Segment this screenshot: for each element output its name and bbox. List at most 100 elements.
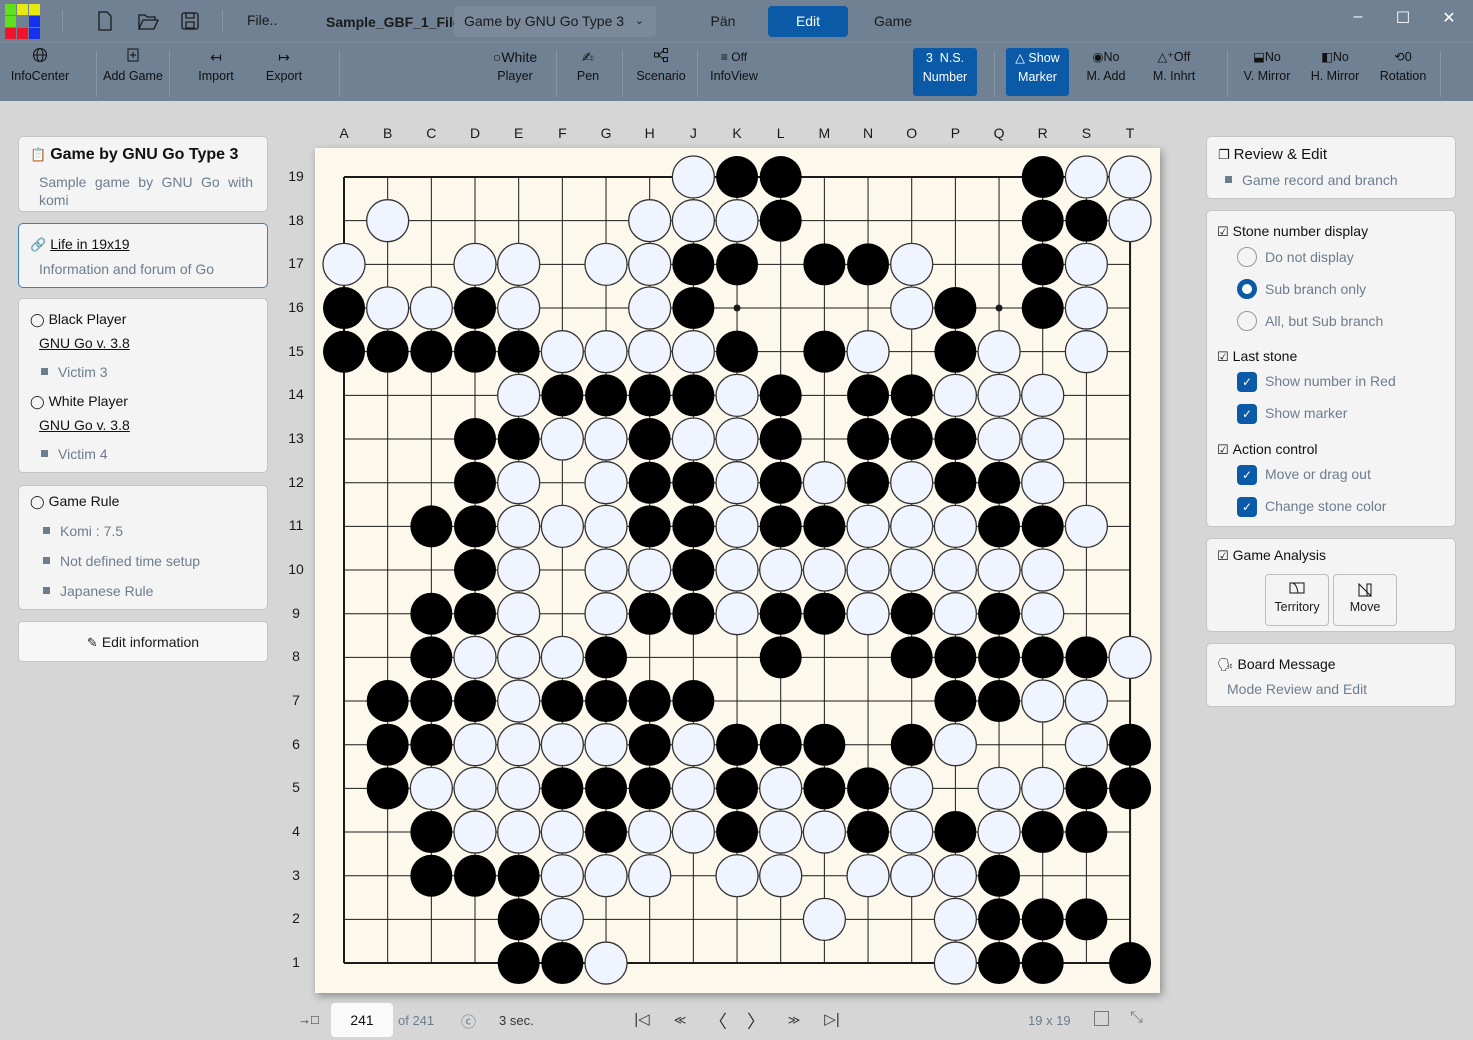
black-stone[interactable] (541, 374, 584, 417)
white-stone[interactable] (1021, 417, 1065, 461)
black-stone[interactable] (366, 767, 409, 810)
white-stone[interactable] (540, 810, 585, 854)
white-stone[interactable] (802, 461, 847, 505)
infocenter-button[interactable]: InfoCenter (6, 47, 74, 97)
white-stone[interactable] (759, 854, 803, 898)
white-stone[interactable] (584, 592, 628, 636)
black-stone[interactable] (454, 418, 497, 461)
white-stone[interactable] (628, 199, 672, 243)
white-stone[interactable] (715, 504, 759, 549)
white-stone[interactable] (933, 854, 978, 898)
white-stone[interactable] (933, 897, 978, 942)
prev-move-button[interactable]: 〈 (706, 1008, 730, 1032)
add-game-button[interactable]: Add Game (102, 47, 164, 97)
white-stone[interactable] (497, 504, 541, 549)
white-stone[interactable] (977, 330, 1021, 374)
autoplay-icon[interactable]: ⓒ (461, 1011, 476, 1032)
black-stone[interactable] (890, 418, 933, 461)
black-stone[interactable] (541, 680, 584, 723)
white-stone[interactable] (890, 242, 934, 286)
white-stone[interactable] (497, 373, 541, 418)
black-stone[interactable] (803, 505, 846, 548)
black-stone[interactable] (847, 767, 890, 810)
black-stone[interactable] (716, 767, 759, 810)
white-stone[interactable] (497, 548, 541, 592)
white-stone[interactable] (540, 635, 585, 680)
marker-inherit-button[interactable]: △⁺Off M. Inhrt (1148, 47, 1200, 97)
white-stone[interactable] (497, 723, 541, 767)
white-stone[interactable] (453, 810, 497, 854)
black-stone[interactable] (1021, 287, 1064, 330)
white-stone[interactable] (409, 286, 453, 330)
black-stone[interactable] (934, 680, 977, 723)
black-stone[interactable] (716, 330, 759, 373)
white-stone[interactable] (1021, 766, 1065, 811)
white-stone[interactable] (933, 941, 978, 985)
white-stone[interactable] (497, 461, 541, 505)
white-stone[interactable] (1064, 330, 1109, 374)
white-stone[interactable] (584, 330, 628, 374)
black-stone[interactable] (1021, 811, 1064, 854)
radio-sub-branch-only[interactable] (1237, 279, 1257, 299)
black-stone[interactable] (672, 680, 715, 723)
black-stone[interactable] (454, 287, 497, 330)
black-stone[interactable] (454, 854, 497, 897)
white-stone[interactable] (1064, 723, 1109, 767)
white-stone[interactable] (497, 810, 541, 854)
white-stone[interactable] (453, 635, 497, 680)
white-stone[interactable] (628, 242, 672, 286)
white-stone[interactable] (759, 810, 803, 854)
black-stone[interactable] (1065, 811, 1108, 854)
black-stone[interactable] (803, 592, 846, 635)
black-stone[interactable] (1021, 898, 1064, 941)
white-stone[interactable] (540, 897, 585, 942)
white-stone[interactable] (802, 897, 847, 942)
black-stone[interactable] (410, 636, 453, 679)
new-file-icon[interactable] (94, 10, 116, 32)
black-stone[interactable] (759, 374, 802, 417)
edit-information-button[interactable]: ✎ Edit information (18, 621, 268, 662)
black-stone[interactable] (1021, 636, 1064, 679)
black-stone[interactable] (803, 723, 846, 766)
white-stone[interactable] (977, 373, 1021, 418)
black-stone[interactable] (934, 636, 977, 679)
white-stone[interactable] (846, 548, 890, 592)
white-stone[interactable] (540, 417, 585, 461)
black-stone[interactable] (759, 156, 802, 198)
black-stone[interactable] (1065, 636, 1108, 679)
white-stone[interactable] (584, 504, 628, 549)
white-stone[interactable] (890, 504, 934, 549)
white-stone[interactable] (977, 548, 1021, 592)
black-stone[interactable] (759, 418, 802, 461)
go-board[interactable] (315, 148, 1160, 993)
black-stone[interactable] (847, 243, 890, 286)
black-stone[interactable] (934, 287, 977, 330)
white-stone[interactable] (890, 286, 934, 330)
black-stone[interactable] (1021, 156, 1064, 198)
black-stone[interactable] (410, 330, 453, 373)
black-stone[interactable] (628, 767, 671, 810)
black-stone[interactable] (672, 243, 715, 286)
black-stone[interactable] (716, 723, 759, 766)
white-stone[interactable] (584, 548, 628, 592)
white-stone[interactable] (977, 417, 1021, 461)
black-stone[interactable] (585, 636, 628, 679)
black-stone[interactable] (1021, 243, 1064, 286)
black-stone[interactable] (890, 592, 933, 635)
black-stone[interactable] (323, 330, 365, 373)
board-svg[interactable] (315, 148, 1160, 993)
expand-icon[interactable]: ⤡ (1130, 1009, 1143, 1027)
black-stone[interactable] (628, 461, 671, 504)
white-stone[interactable] (671, 766, 716, 811)
black-stone[interactable] (847, 374, 890, 417)
black-stone[interactable] (1065, 898, 1108, 941)
white-stone[interactable] (846, 592, 890, 636)
tab-pan[interactable]: Pän (699, 6, 747, 37)
white-stone[interactable] (933, 504, 978, 549)
black-stone[interactable] (978, 680, 1021, 723)
white-stone[interactable] (1064, 679, 1109, 723)
territory-button[interactable]: Territory (1265, 574, 1329, 626)
white-stone[interactable] (715, 417, 759, 461)
import-button[interactable]: ↤ Import (190, 47, 242, 97)
black-stone[interactable] (978, 854, 1021, 897)
